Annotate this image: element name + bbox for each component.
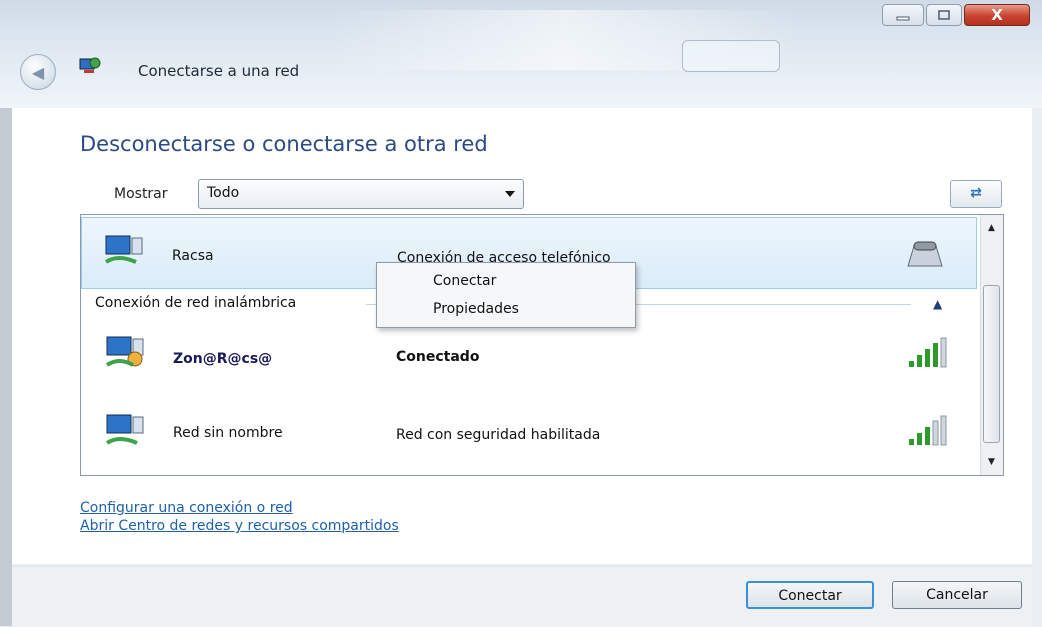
list-scrollbar[interactable]: ▲ ▼ [980, 215, 1003, 475]
network-list[interactable]: Racsa Conexión de acceso telefónico Cone… [80, 214, 1004, 476]
signal-strength-icon [909, 415, 947, 446]
setup-connection-link[interactable]: Configurar una conexión o red [80, 500, 293, 516]
show-label: Mostrar [114, 186, 168, 202]
context-menu: Conectar Propiedades [376, 262, 636, 328]
signal-strength-icon [909, 337, 947, 368]
close-button[interactable]: X [964, 4, 1030, 26]
network-computer-icon [104, 235, 143, 264]
network-globe-icon [79, 57, 101, 73]
scroll-thumb[interactable] [983, 285, 1000, 443]
network-name: Zon@R@cs@ [173, 351, 273, 367]
menu-item-connect[interactable]: Conectar [433, 273, 496, 289]
dialog-footer [12, 566, 1032, 627]
close-icon: X [991, 6, 1003, 24]
back-arrow-icon: ◀ [31, 62, 45, 82]
refresh-arrows-icon: ⇄ [970, 185, 982, 201]
window-edge-shadow [0, 108, 12, 626]
window-title: Conectarse a una red [138, 62, 300, 80]
maximize-button[interactable] [926, 4, 962, 26]
maximize-icon [938, 10, 950, 20]
connection-name: Racsa [172, 248, 214, 264]
connect-button[interactable]: Conectar [746, 581, 874, 609]
minimize-icon [896, 16, 910, 21]
network-status: Red con seguridad habilitada [396, 427, 601, 443]
minimize-button[interactable] [882, 4, 924, 26]
network-computer-icon [105, 414, 144, 445]
show-filter-value: Todo [207, 185, 240, 201]
scroll-up-icon[interactable]: ▲ [983, 219, 1000, 237]
show-filter-dropdown[interactable]: Todo [198, 179, 524, 209]
dialup-phone-icon [907, 241, 943, 267]
back-button[interactable]: ◀ [20, 54, 56, 90]
wireless-group-header: Conexión de red inalámbrica [95, 295, 297, 311]
refresh-button[interactable]: ⇄ [950, 180, 1002, 208]
background-window-button [682, 40, 780, 72]
page-heading: Desconectarse o conectarse a otra red [80, 132, 488, 156]
chevron-down-icon [505, 191, 515, 197]
network-status: Conectado [396, 349, 480, 365]
network-name: Red sin nombre [173, 425, 283, 441]
menu-item-properties[interactable]: Propiedades [433, 301, 519, 317]
network-center-link[interactable]: Abrir Centro de redes y recursos compart… [80, 518, 399, 534]
list-item-wireless-2[interactable]: Red sin nombre Red con seguridad habilit… [81, 411, 977, 463]
scroll-down-icon[interactable]: ▼ [983, 453, 1000, 471]
cancel-button[interactable]: Cancelar [892, 581, 1022, 609]
list-item-wireless-1[interactable]: Zon@R@cs@ Conectado [81, 333, 977, 385]
network-computer-icon [105, 336, 144, 367]
collapse-chevron-icon[interactable]: ▲ [933, 297, 942, 311]
